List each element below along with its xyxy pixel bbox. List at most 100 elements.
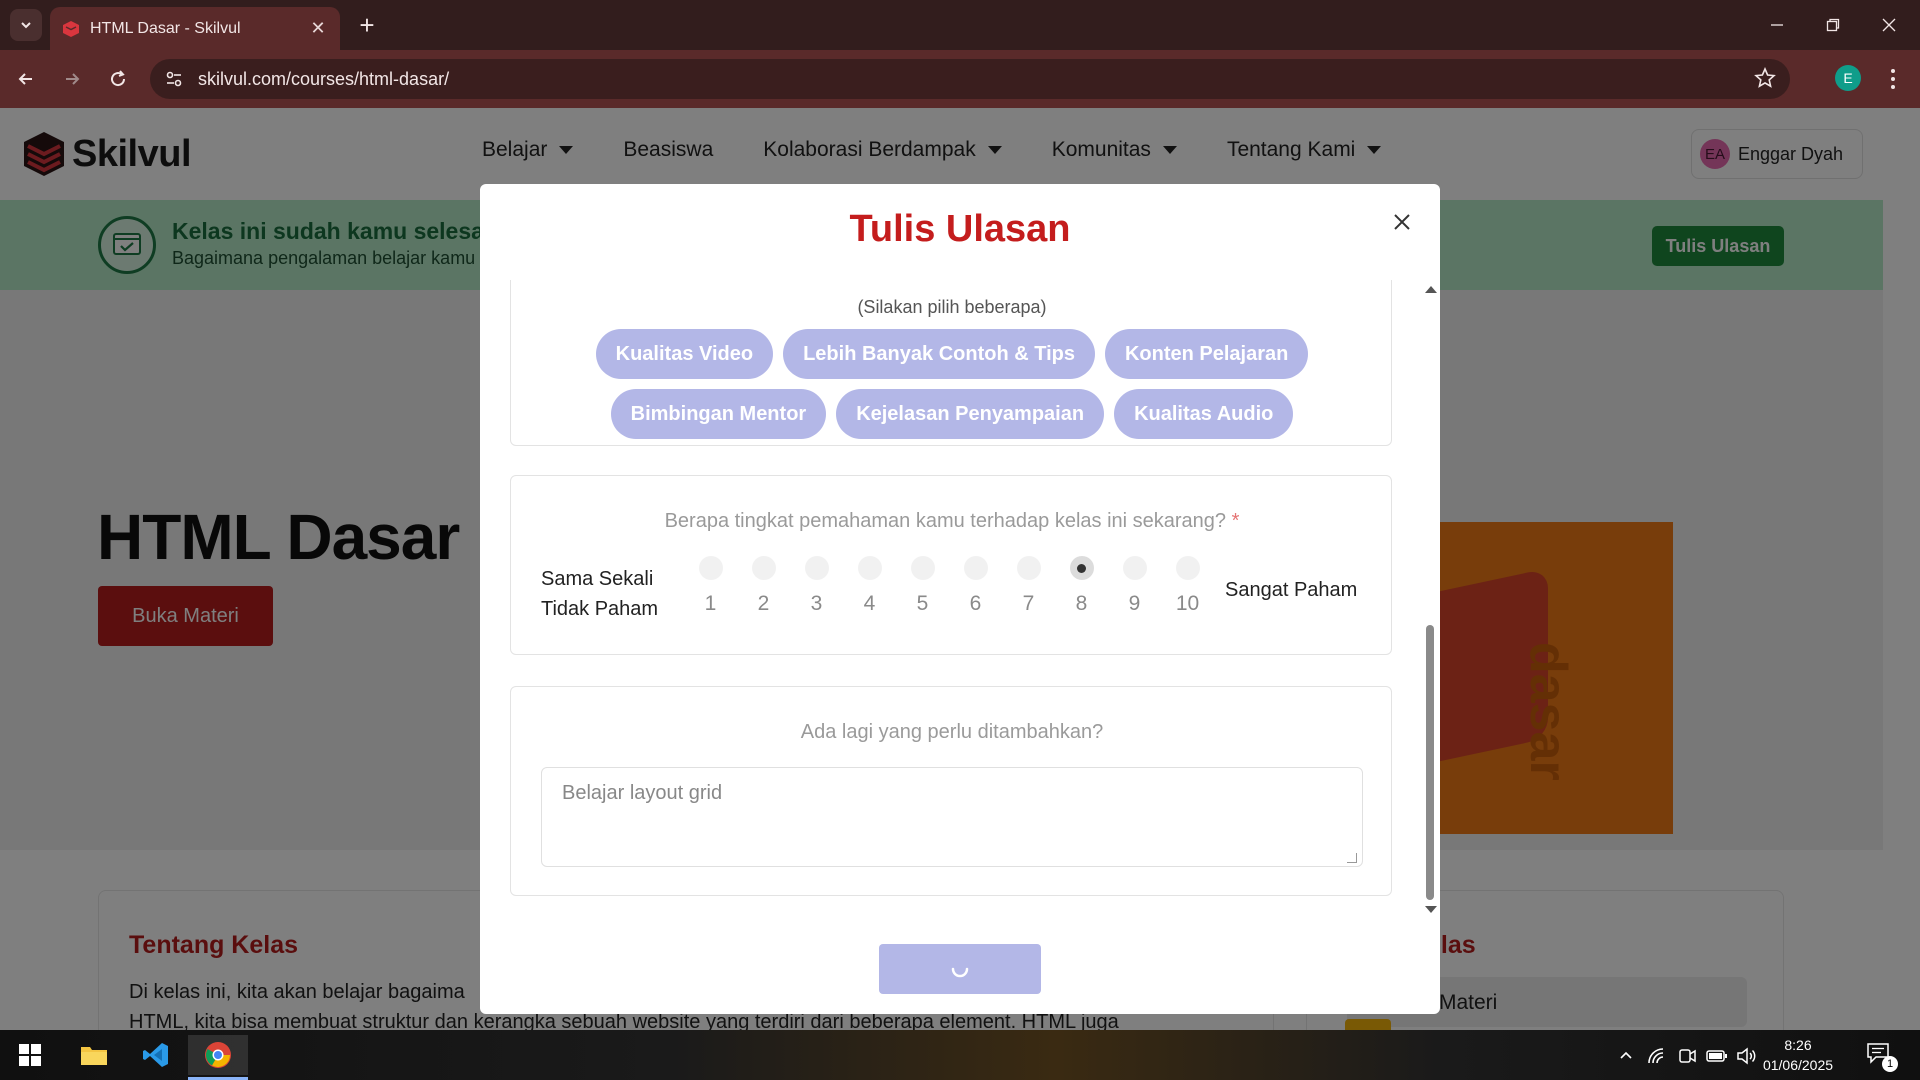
- additional-section: Ada lagi yang perlu ditambahkan?: [510, 686, 1392, 896]
- scale-option[interactable]: 5: [896, 556, 949, 616]
- chip-konten-pelajaran[interactable]: Konten Pelajaran: [1104, 329, 1309, 379]
- scale-radio[interactable]: [751, 556, 776, 580]
- taskbar-chrome[interactable]: [188, 1035, 248, 1075]
- scale-radio[interactable]: [698, 556, 723, 580]
- clock-time: 8:26: [1784, 1037, 1812, 1053]
- minimize-button[interactable]: [1754, 8, 1800, 42]
- aspect-section: (Silakan pilih beberapa) Kualitas Video …: [510, 280, 1392, 446]
- system-clock[interactable]: 8:26 01/06/2025: [1762, 1035, 1834, 1075]
- tab-search-button[interactable]: [10, 9, 42, 41]
- show-hidden-icons-button[interactable]: [1614, 1045, 1638, 1067]
- restore-icon: [1826, 18, 1840, 32]
- scale-number: 8: [1075, 592, 1088, 615]
- scale-number: 1: [704, 592, 717, 615]
- aspect-hint: (Silakan pilih beberapa): [857, 297, 1047, 317]
- windows-taskbar: 8:26 01/06/2025 1: [0, 1030, 1920, 1080]
- tab-close-icon[interactable]: ✕: [308, 18, 328, 39]
- chevron-down-icon: [21, 22, 31, 29]
- taskbar-file-explorer[interactable]: [64, 1035, 124, 1075]
- notification-count-badge: 1: [1882, 1056, 1898, 1072]
- scale-number: 4: [863, 592, 876, 615]
- scale-option[interactable]: 6: [949, 556, 1002, 616]
- question-text: Berapa tingkat pemahaman kamu terhadap k…: [664, 510, 1227, 532]
- understanding-section: Berapa tingkat pemahaman kamu terhadap k…: [510, 475, 1392, 655]
- restore-button[interactable]: [1810, 8, 1856, 42]
- scale-option[interactable]: 8: [1055, 556, 1108, 616]
- scale-option[interactable]: 9: [1108, 556, 1161, 616]
- scroll-thumb[interactable]: [1426, 625, 1434, 900]
- review-modal: Tulis Ulasan (Silakan pilih beberapa) Ku…: [480, 184, 1440, 1014]
- scroll-down-icon[interactable]: [1425, 906, 1437, 913]
- scale-radio-selected[interactable]: [1069, 556, 1094, 580]
- modal-close-button[interactable]: [1386, 206, 1418, 238]
- meet-now-icon[interactable]: [1674, 1045, 1700, 1067]
- scale-radio[interactable]: [963, 556, 988, 580]
- scale-number: 7: [1022, 592, 1035, 615]
- scale-radio[interactable]: [804, 556, 829, 580]
- bookmark-button[interactable]: [1754, 66, 1776, 94]
- chip-kualitas-video[interactable]: Kualitas Video: [595, 329, 774, 379]
- scale-option[interactable]: 3: [790, 556, 843, 616]
- start-button[interactable]: [0, 1035, 60, 1075]
- chevron-up-icon: [1620, 1051, 1632, 1059]
- star-icon: [1754, 66, 1776, 88]
- scale-radio[interactable]: [1122, 556, 1147, 580]
- scale-number: 9: [1128, 592, 1141, 615]
- back-button[interactable]: [10, 63, 42, 95]
- scale-number: 3: [810, 592, 823, 615]
- site-settings-icon[interactable]: [164, 69, 184, 89]
- skilvul-favicon-icon: [63, 20, 79, 37]
- scale-option[interactable]: 4: [843, 556, 896, 616]
- scale-radio[interactable]: [857, 556, 882, 580]
- modal-scrollbar[interactable]: [1422, 280, 1438, 920]
- additional-textarea[interactable]: [541, 767, 1363, 867]
- arrow-left-icon: [18, 73, 32, 85]
- windows-logo-icon: [19, 1044, 41, 1066]
- modal-body: (Silakan pilih beberapa) Kualitas Video …: [480, 280, 1428, 920]
- url-text: skilvul.com/courses/html-dasar/: [198, 68, 450, 89]
- close-icon: [1394, 214, 1410, 230]
- chip-kualitas-audio[interactable]: Kualitas Audio: [1114, 389, 1294, 439]
- chip-kejelasan-penyampaian[interactable]: Kejelasan Penyampaian: [836, 389, 1105, 439]
- chip-bimbingan-mentor[interactable]: Bimbingan Mentor: [610, 389, 827, 439]
- scale-option[interactable]: 2: [737, 556, 790, 616]
- scale-option[interactable]: 7: [1002, 556, 1055, 616]
- resize-grip-icon[interactable]: [1347, 853, 1357, 863]
- scale-number: 2: [757, 592, 770, 615]
- scale-radio[interactable]: [910, 556, 935, 580]
- scale-radio[interactable]: [1175, 556, 1200, 580]
- scale-number: 10: [1175, 592, 1200, 615]
- forward-button[interactable]: [56, 63, 88, 95]
- scale-min-line: Sama Sekali: [541, 568, 654, 590]
- modal-title: Tulis Ulasan: [849, 208, 1071, 250]
- browser-tab-active[interactable]: HTML Dasar - Skilvul ✕: [50, 7, 340, 50]
- chip-contoh-tips[interactable]: Lebih Banyak Contoh & Tips: [783, 329, 1095, 379]
- folder-icon: [81, 1047, 107, 1065]
- battery-icon[interactable]: [1704, 1045, 1730, 1067]
- scale-radio[interactable]: [1016, 556, 1041, 580]
- submit-review-button[interactable]: [879, 944, 1041, 994]
- understanding-scale: 1 2 3 4 5 6 7 8 9 10: [684, 556, 1214, 616]
- close-window-button[interactable]: [1866, 8, 1912, 42]
- scroll-up-icon[interactable]: [1425, 286, 1437, 293]
- network-icon[interactable]: [1644, 1045, 1670, 1067]
- browser-menu-icon[interactable]: [1880, 63, 1906, 95]
- scale-min-label: Sama Sekali Tidak Paham: [541, 564, 658, 624]
- taskbar-vscode[interactable]: [126, 1035, 186, 1075]
- chrome-icon: [205, 1042, 231, 1068]
- understanding-question: Berapa tingkat pemahaman kamu terhadap k…: [511, 510, 1393, 533]
- scale-min-line: Tidak Paham: [541, 598, 659, 620]
- browser-profile-avatar[interactable]: E: [1835, 65, 1861, 91]
- browser-tabbar: HTML Dasar - Skilvul ✕ +: [0, 0, 1920, 50]
- reload-button[interactable]: [102, 63, 134, 95]
- volume-icon[interactable]: [1734, 1045, 1760, 1067]
- browser-toolbar: skilvul.com/courses/html-dasar/ E: [0, 50, 1920, 108]
- scale-option[interactable]: 10: [1161, 556, 1214, 616]
- address-bar[interactable]: skilvul.com/courses/html-dasar/: [150, 59, 1790, 99]
- new-tab-button[interactable]: +: [352, 10, 382, 40]
- clock-date: 01/06/2025: [1762, 1057, 1834, 1073]
- reload-icon: [111, 70, 126, 87]
- scale-number: 5: [916, 592, 929, 615]
- scale-option[interactable]: 1: [684, 556, 737, 616]
- tab-title: HTML Dasar - Skilvul: [90, 19, 241, 37]
